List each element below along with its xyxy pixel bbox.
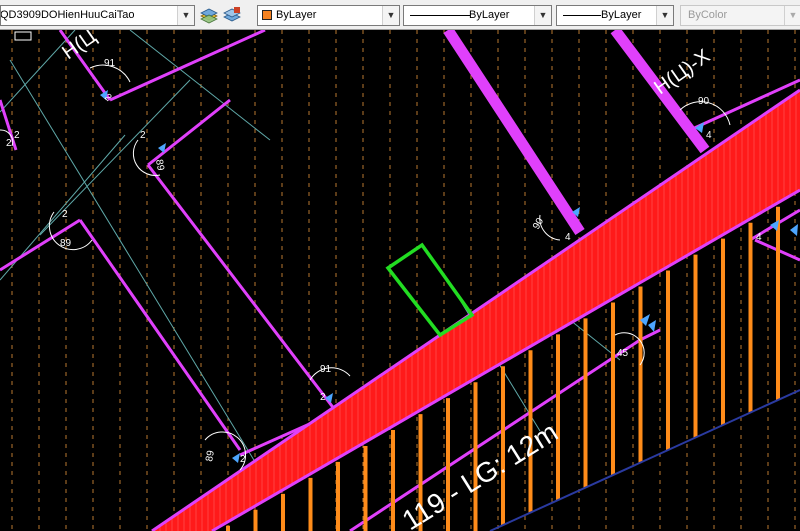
corner-label: 2	[6, 138, 12, 149]
corner-label: 45	[617, 348, 629, 359]
color-dropdown[interactable]: ByLayer ▼	[257, 5, 400, 26]
corner-label: 2	[240, 454, 246, 465]
linetype-preview	[410, 15, 470, 16]
layer-dropdown[interactable]: QD3909DOHienHuuCaiTao ▼	[0, 5, 195, 26]
corner-label: 2	[140, 130, 146, 141]
lineweight-value: ByLayer	[601, 9, 642, 21]
corner-label: 90	[698, 96, 710, 107]
properties-toolbar: QD3909DOHienHuuCaiTao ▼ ByLayer ▼ ByLaye…	[0, 0, 800, 30]
plotstyle-value: ByColor	[688, 9, 728, 21]
corner-label: 4	[706, 130, 712, 141]
dropdown-arrow-icon[interactable]: ▼	[177, 6, 194, 25]
plotstyle-dropdown: ByColor ▼	[680, 5, 800, 26]
color-swatch	[262, 10, 272, 20]
layer-name: QD3909DOHienHuuCaiTao	[0, 9, 135, 21]
dropdown-arrow-icon[interactable]: ▼	[656, 6, 673, 25]
corner-label: 2	[14, 130, 20, 141]
corner-label: 4	[756, 232, 762, 243]
dropdown-arrow-icon: ▼	[784, 6, 800, 25]
dropdown-arrow-icon[interactable]: ▼	[534, 6, 551, 25]
corner-label: 89	[60, 238, 72, 249]
drawing-canvas[interactable]: 91 2 89 2 89 2 90 4 90 4 91 2 89 2 45 4 …	[0, 30, 800, 531]
layer-states-icon[interactable]	[199, 5, 219, 25]
layer-properties-icon[interactable]	[222, 5, 242, 25]
model-space[interactable]: 91 2 89 2 89 2 90 4 90 4 91 2 89 2 45 4 …	[0, 30, 800, 531]
corner-label: 4	[565, 232, 571, 243]
corner-label: 91	[320, 364, 332, 375]
corner-label: 2	[62, 209, 68, 220]
lineweight-preview	[563, 15, 601, 16]
corner-label: 2	[320, 392, 326, 403]
dropdown-arrow-icon[interactable]: ▼	[382, 6, 399, 25]
linetype-dropdown[interactable]: ByLayer ▼	[403, 5, 552, 26]
linetype-value: ByLayer	[469, 9, 510, 21]
color-value: ByLayer	[276, 9, 317, 21]
corner-label: 91	[104, 58, 116, 69]
lineweight-dropdown[interactable]: ByLayer ▼	[556, 5, 674, 26]
